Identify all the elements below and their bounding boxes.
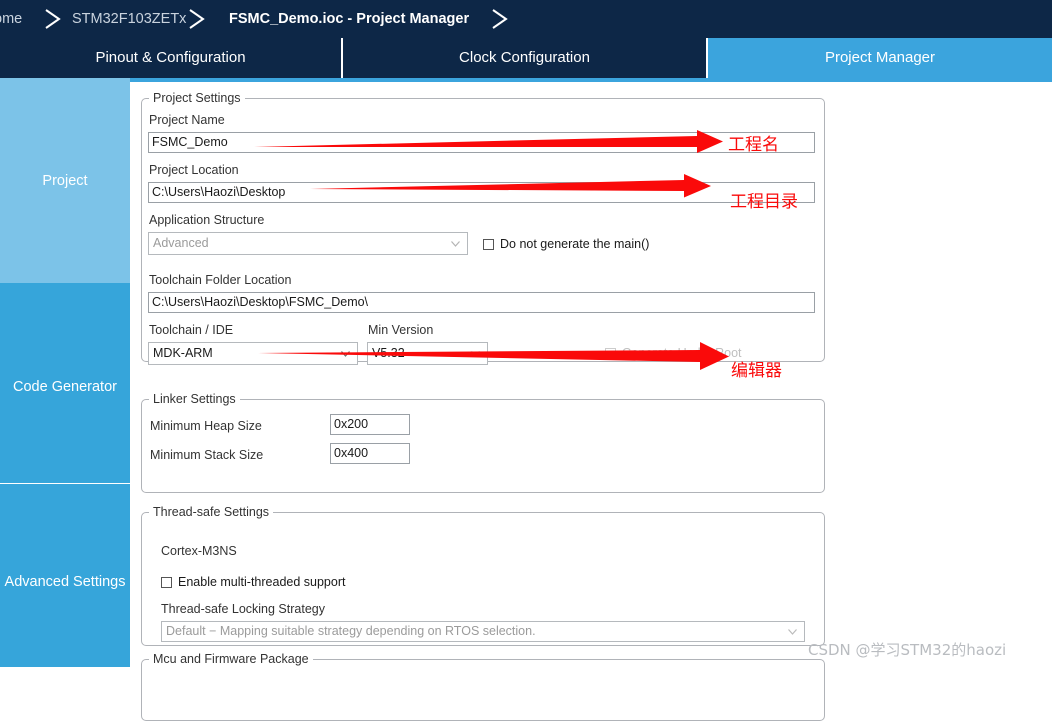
generate-under-root-label: Generate Under Root [622, 346, 742, 360]
application-structure-select[interactable]: Advanced [148, 232, 468, 255]
chevron-right-icon [42, 7, 64, 31]
mcu-firmware-package-group-title: Mcu and Firmware Package [149, 652, 313, 666]
chevron-down-icon-3 [471, 350, 480, 357]
minimum-stack-size-label: Minimum Stack Size [150, 448, 264, 462]
project-name-label: Project Name [149, 113, 225, 127]
locking-strategy-label: Thread-safe Locking Strategy [161, 602, 325, 616]
thread-safe-settings-group: Thread-safe Settings Cortex-M3NS Enable … [141, 505, 825, 646]
toolchain-folder-input[interactable]: C:\Users\Haozi\Desktop\FSMC_Demo\ [148, 292, 815, 313]
chevron-down-icon-4 [788, 628, 797, 635]
locking-strategy-value: Default − Mapping suitable strategy depe… [166, 624, 536, 639]
linker-settings-group: Linker Settings Minimum Heap Size 0x200 … [141, 392, 825, 493]
sidebar-item-project-label: Project [42, 173, 88, 189]
tab-clock-configuration[interactable]: Clock Configuration [343, 38, 706, 78]
generate-under-root-checkbox[interactable]: Generate Under Root [605, 346, 742, 360]
locking-strategy-select[interactable]: Default − Mapping suitable strategy depe… [161, 621, 805, 642]
toolchain-ide-value: MDK-ARM [153, 346, 213, 361]
sidebar-item-advanced-settings[interactable]: Advanced Settings [0, 484, 130, 667]
checkbox-box-2 [605, 347, 616, 359]
chevron-right-icon-2 [186, 7, 208, 31]
content-top-accent [130, 78, 1052, 82]
toolchain-folder-label: Toolchain Folder Location [149, 273, 292, 287]
toolchain-ide-label: Toolchain / IDE [149, 323, 234, 337]
chevron-down-icon [451, 240, 460, 247]
minimum-heap-size-label: Minimum Heap Size [150, 419, 262, 433]
mcu-firmware-package-group: Mcu and Firmware Package [141, 652, 825, 721]
chevron-right-icon-3 [489, 7, 511, 31]
application-structure-label: Application Structure [149, 213, 265, 227]
tab-pinout-configuration[interactable]: Pinout & Configuration [0, 38, 341, 78]
core-label: Cortex-M3NS [161, 544, 237, 558]
sidebar-item-project[interactable]: Project [0, 78, 130, 283]
enable-multithreaded-support-label: Enable multi-threaded support [178, 575, 346, 589]
linker-settings-group-title: Linker Settings [149, 392, 240, 406]
project-settings-group: Project Settings Project Name FSMC_Demo … [141, 91, 825, 365]
breadcrumb-item-project-manager[interactable]: FSMC_Demo.ioc - Project Manager [229, 0, 469, 38]
thread-safe-settings-group-title: Thread-safe Settings [149, 505, 274, 519]
chevron-down-icon-2 [341, 350, 350, 357]
project-name-input[interactable]: FSMC_Demo [148, 132, 815, 153]
breadcrumb-bar: ome STM32F103ZETx FSMC_Demo.ioc - Projec… [0, 0, 1052, 38]
minimum-heap-size-input[interactable]: 0x200 [330, 414, 410, 435]
do-not-generate-main-checkbox[interactable]: Do not generate the main() [483, 237, 649, 251]
checkbox-box-3 [161, 576, 172, 588]
content-pane: Project Settings Project Name FSMC_Demo … [130, 78, 1052, 721]
watermark: CSDN @学习STM32的haozi [808, 641, 1007, 659]
project-location-label: Project Location [149, 163, 239, 177]
side-nav: Project Code Generator Advanced Settings [0, 78, 130, 667]
breadcrumb-item-mcu[interactable]: STM32F103ZETx [72, 0, 186, 38]
min-version-label: Min Version [368, 323, 434, 337]
checkbox-box [483, 238, 494, 250]
minimum-stack-size-input[interactable]: 0x400 [330, 443, 410, 464]
enable-multithreaded-support-checkbox[interactable]: Enable multi-threaded support [161, 575, 345, 589]
min-version-value: V5.32 [372, 346, 405, 361]
project-location-input[interactable]: C:\Users\Haozi\Desktop [148, 182, 815, 203]
min-version-select[interactable]: V5.32 [367, 342, 488, 365]
do-not-generate-main-label: Do not generate the main() [500, 237, 650, 251]
breadcrumb-item-home[interactable]: ome [0, 0, 22, 38]
sidebar-item-code-generator-label: Code Generator [13, 379, 117, 395]
toolchain-ide-select[interactable]: MDK-ARM [148, 342, 358, 365]
application-structure-value: Advanced [153, 236, 209, 251]
main-tab-strip: Pinout & Configuration Clock Configurati… [0, 38, 1052, 78]
sidebar-item-advanced-settings-label: Advanced Settings [4, 574, 126, 590]
project-settings-group-title: Project Settings [149, 91, 245, 105]
sidebar-item-code-generator[interactable]: Code Generator [0, 283, 130, 483]
tab-project-manager[interactable]: Project Manager [708, 38, 1052, 78]
